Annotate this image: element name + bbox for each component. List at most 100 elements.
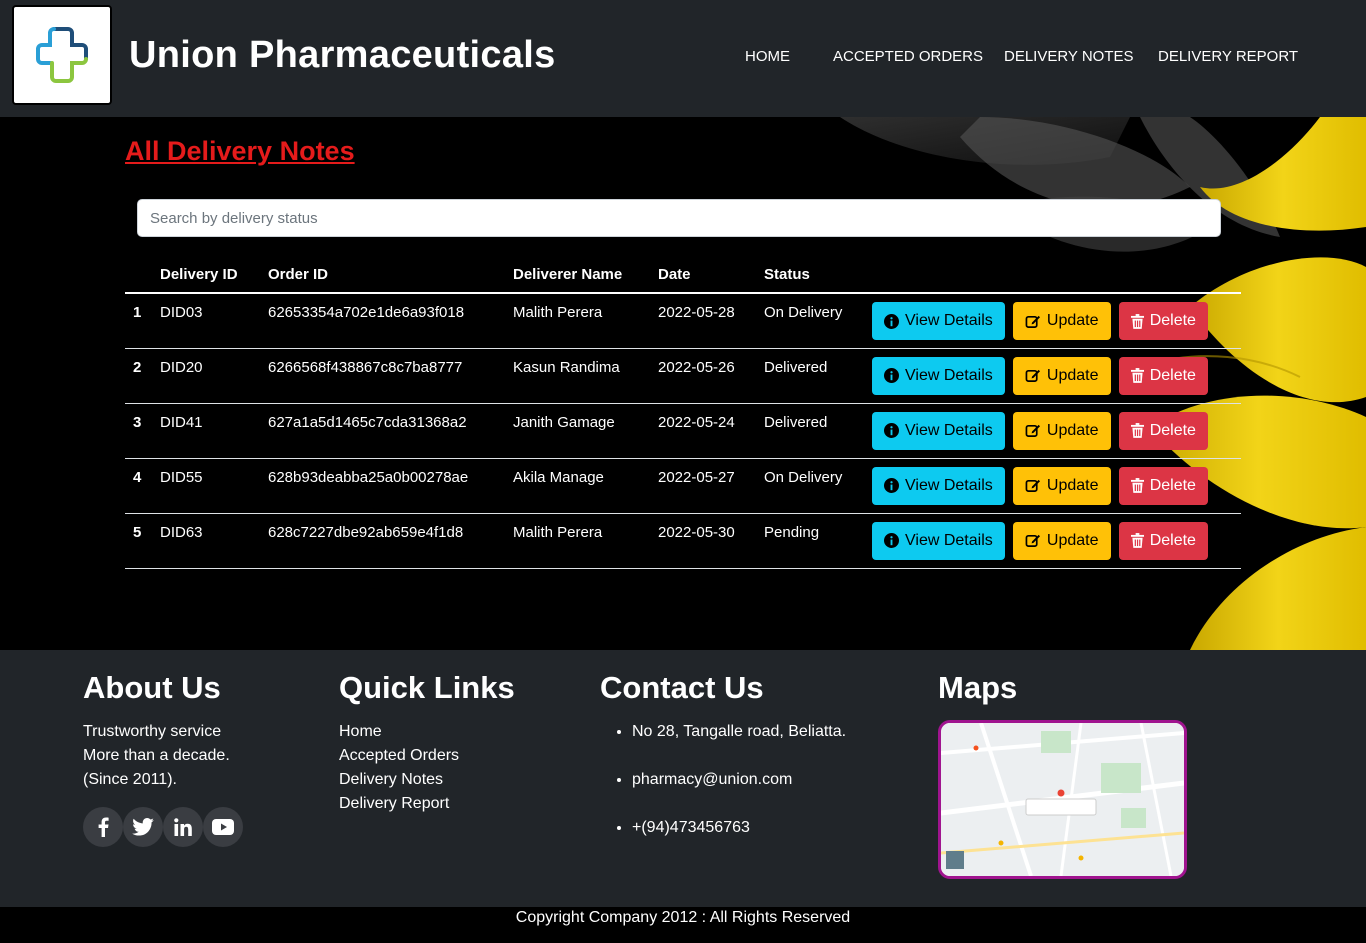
footer-link-delivery-notes[interactable]: Delivery Notes — [339, 771, 443, 788]
footer-link-delivery-report[interactable]: Delivery Report — [339, 795, 449, 812]
trash-icon — [1130, 313, 1144, 329]
view-details-label: View Details — [905, 531, 993, 549]
view-details-button[interactable]: View Details — [872, 521, 1005, 560]
about-title: About Us — [83, 670, 221, 705]
cell-actions: View Details Update Delete — [864, 348, 1241, 404]
view-details-button[interactable]: View Details — [872, 411, 1005, 450]
view-details-label: View Details — [905, 366, 993, 384]
linkedin-icon[interactable] — [163, 807, 203, 847]
delivery-notes-table: Delivery ID Order ID Deliverer Name Date… — [125, 256, 1241, 569]
contact-section: Contact Us No 28, Tangalle road, Beliatt… — [600, 650, 846, 864]
delete-button[interactable]: Delete — [1118, 521, 1208, 560]
update-label: Update — [1046, 421, 1099, 439]
delete-button[interactable]: Delete — [1118, 466, 1208, 505]
update-label: Update — [1046, 366, 1099, 384]
table-row: 1 DID03 62653354a702e1de6a93f018 Malith … — [125, 293, 1241, 349]
row-index: 1 — [125, 293, 152, 349]
info-circle-icon — [884, 423, 899, 438]
cell-actions: View Details Update Delete — [864, 293, 1241, 349]
contact-title: Contact Us — [600, 670, 764, 705]
cell-order-id: 628b93deabba25a0b00278ae — [260, 458, 505, 514]
view-details-label: View Details — [905, 476, 993, 494]
cell-deliverer-name: Malith Perera — [505, 293, 650, 349]
maps-section: Maps — [938, 650, 1187, 879]
cell-deliverer-name: Akila Manage — [505, 458, 650, 514]
nav-delivery-notes[interactable]: DELIVERY NOTES — [1004, 48, 1134, 65]
twitter-icon[interactable] — [123, 807, 163, 847]
info-circle-icon — [884, 533, 899, 548]
row-index: 2 — [125, 348, 152, 404]
row-index: 4 — [125, 458, 152, 514]
nav-home[interactable]: HOME — [745, 48, 790, 65]
delete-label: Delete — [1149, 366, 1196, 384]
view-details-button[interactable]: View Details — [872, 302, 1005, 340]
copyright: Copyright Company 2012 : All Rights Rese… — [0, 907, 1366, 943]
cell-delivery-id: DID63 — [152, 513, 260, 569]
cell-delivery-id: DID55 — [152, 458, 260, 514]
update-button[interactable]: Update — [1012, 356, 1111, 395]
brand-name[interactable]: Union Pharmaceuticals — [129, 34, 556, 77]
delete-button[interactable]: Delete — [1118, 302, 1208, 340]
cell-date: 2022-05-30 — [650, 513, 756, 569]
delete-label: Delete — [1149, 476, 1196, 494]
trash-icon — [1130, 533, 1144, 548]
youtube-icon[interactable] — [203, 807, 243, 847]
update-button[interactable]: Update — [1012, 521, 1111, 560]
row-index: 3 — [125, 403, 152, 459]
cell-date: 2022-05-26 — [650, 348, 756, 404]
contact-email: pharmacy@union.com — [632, 768, 846, 792]
col-header-index — [125, 256, 152, 294]
about-line: Trustworthy service — [83, 723, 222, 740]
footer-link-home[interactable]: Home — [339, 723, 382, 740]
edit-icon — [1025, 369, 1040, 382]
cell-actions: View Details Update Delete — [864, 403, 1241, 459]
update-button[interactable]: Update — [1012, 302, 1111, 340]
view-details-button[interactable]: View Details — [872, 466, 1005, 505]
search-input[interactable] — [137, 199, 1221, 237]
info-circle-icon — [884, 368, 899, 383]
about-line: More than a decade. — [83, 747, 230, 764]
quick-links-section: Quick Links Home Accepted Orders Deliver… — [339, 650, 515, 816]
row-index: 5 — [125, 513, 152, 569]
nav-accepted-orders[interactable]: ACCEPTED ORDERS — [833, 48, 983, 65]
logo[interactable] — [12, 5, 112, 105]
cell-order-id: 62653354a702e1de6a93f018 — [260, 293, 505, 349]
cell-status: On Delivery — [756, 293, 864, 349]
trash-icon — [1130, 368, 1144, 383]
about-section: About Us Trustworthy service More than a… — [83, 650, 243, 847]
cell-date: 2022-05-27 — [650, 458, 756, 514]
map-embed[interactable] — [938, 720, 1187, 879]
contact-address: No 28, Tangalle road, Beliatta. — [632, 720, 846, 744]
table-row: 5 DID63 628c7227dbe92ab659e4f1d8 Malith … — [125, 513, 1241, 569]
pharmacy-cross-logo-icon — [36, 27, 88, 83]
delete-label: Delete — [1149, 531, 1196, 549]
cell-order-id: 628c7227dbe92ab659e4f1d8 — [260, 513, 505, 569]
contact-phone: +(94)473456763 — [632, 816, 846, 840]
footer-link-accepted-orders[interactable]: Accepted Orders — [339, 747, 459, 764]
maps-title: Maps — [938, 670, 1018, 705]
cell-delivery-id: DID41 — [152, 403, 260, 459]
update-button[interactable]: Update — [1012, 466, 1111, 505]
facebook-icon[interactable] — [83, 807, 123, 847]
nav-delivery-report[interactable]: DELIVERY REPORT — [1158, 48, 1298, 65]
cell-deliverer-name: Janith Gamage — [505, 403, 650, 459]
col-header-status: Status — [756, 256, 864, 294]
update-label: Update — [1046, 476, 1099, 494]
delete-button[interactable]: Delete — [1118, 356, 1208, 395]
table-row: 4 DID55 628b93deabba25a0b00278ae Akila M… — [125, 458, 1241, 514]
update-button[interactable]: Update — [1012, 411, 1111, 450]
main-content: All Delivery Notes Delivery ID Order ID … — [0, 117, 1366, 650]
cell-date: 2022-05-24 — [650, 403, 756, 459]
cell-order-id: 627a1a5d1465c7cda31368a2 — [260, 403, 505, 459]
social-links — [83, 807, 243, 847]
cell-delivery-id: DID20 — [152, 348, 260, 404]
edit-icon — [1025, 315, 1040, 328]
update-label: Update — [1046, 312, 1099, 329]
cell-actions: View Details Update Delete — [864, 513, 1241, 569]
cell-actions: View Details Update Delete — [864, 458, 1241, 514]
site-footer: About Us Trustworthy service More than a… — [0, 650, 1366, 907]
view-details-button[interactable]: View Details — [872, 356, 1005, 395]
col-header-delivery-id: Delivery ID — [152, 256, 260, 294]
table-row: 3 DID41 627a1a5d1465c7cda31368a2 Janith … — [125, 403, 1241, 459]
delete-button[interactable]: Delete — [1118, 411, 1208, 450]
